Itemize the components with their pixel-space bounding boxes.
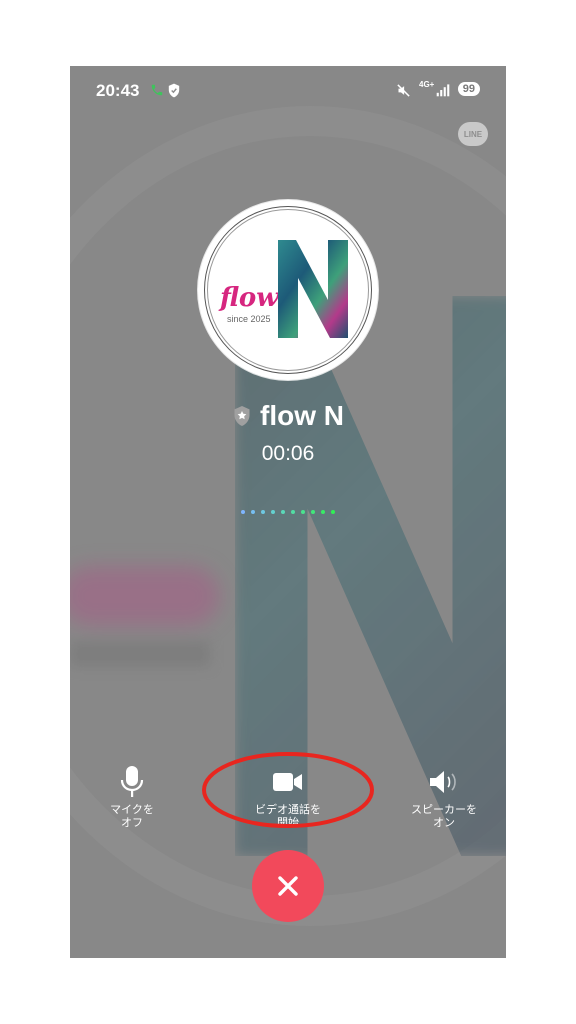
speaker-icon — [430, 771, 456, 793]
call-progress-dots — [70, 510, 506, 514]
mute-icon — [397, 84, 410, 97]
avatar-brand-text: flow — [220, 283, 279, 313]
progress-dot — [331, 510, 335, 514]
status-time: 20:43 — [96, 81, 140, 100]
contact-name: flow N — [260, 400, 344, 431]
speaker-label-line1: スピーカーを — [411, 804, 477, 816]
battery-level: 99 — [457, 82, 480, 96]
progress-dot — [271, 510, 275, 514]
contact-avatar: flow since 2025 — [198, 200, 378, 380]
official-badge-icon — [234, 406, 250, 426]
mic-label-line2: オフ — [121, 817, 143, 829]
contact-name-row: flow N — [70, 400, 506, 432]
progress-dot — [251, 510, 255, 514]
progress-dot — [311, 510, 315, 514]
close-icon — [278, 876, 298, 896]
progress-dot — [281, 510, 285, 514]
network-type: 4G+ — [419, 80, 435, 89]
annotation-circle — [202, 752, 374, 828]
speaker-on-button[interactable]: スピーカーを オン — [389, 764, 499, 830]
progress-dot — [321, 510, 325, 514]
end-call-button[interactable] — [252, 850, 324, 922]
shield-check-icon — [168, 83, 180, 98]
call-duration: 00:06 — [261, 442, 315, 465]
mic-off-button[interactable]: マイクを オフ — [77, 764, 187, 830]
line-logo-badge: LINE — [458, 122, 488, 146]
progress-dot — [301, 510, 305, 514]
mic-label-line1: マイクを — [110, 804, 154, 816]
speaker-label-line2: オン — [433, 817, 455, 829]
progress-dot — [291, 510, 295, 514]
avatar-since-text: since 2025 — [227, 314, 271, 324]
status-bar: 20:43 4G+ 99 — [70, 66, 506, 116]
progress-dot — [241, 510, 245, 514]
microphone-icon — [120, 766, 144, 797]
n-logo-icon — [278, 240, 348, 338]
phone-call-icon — [151, 84, 163, 96]
signal-icon — [436, 84, 450, 97]
progress-dot — [261, 510, 265, 514]
